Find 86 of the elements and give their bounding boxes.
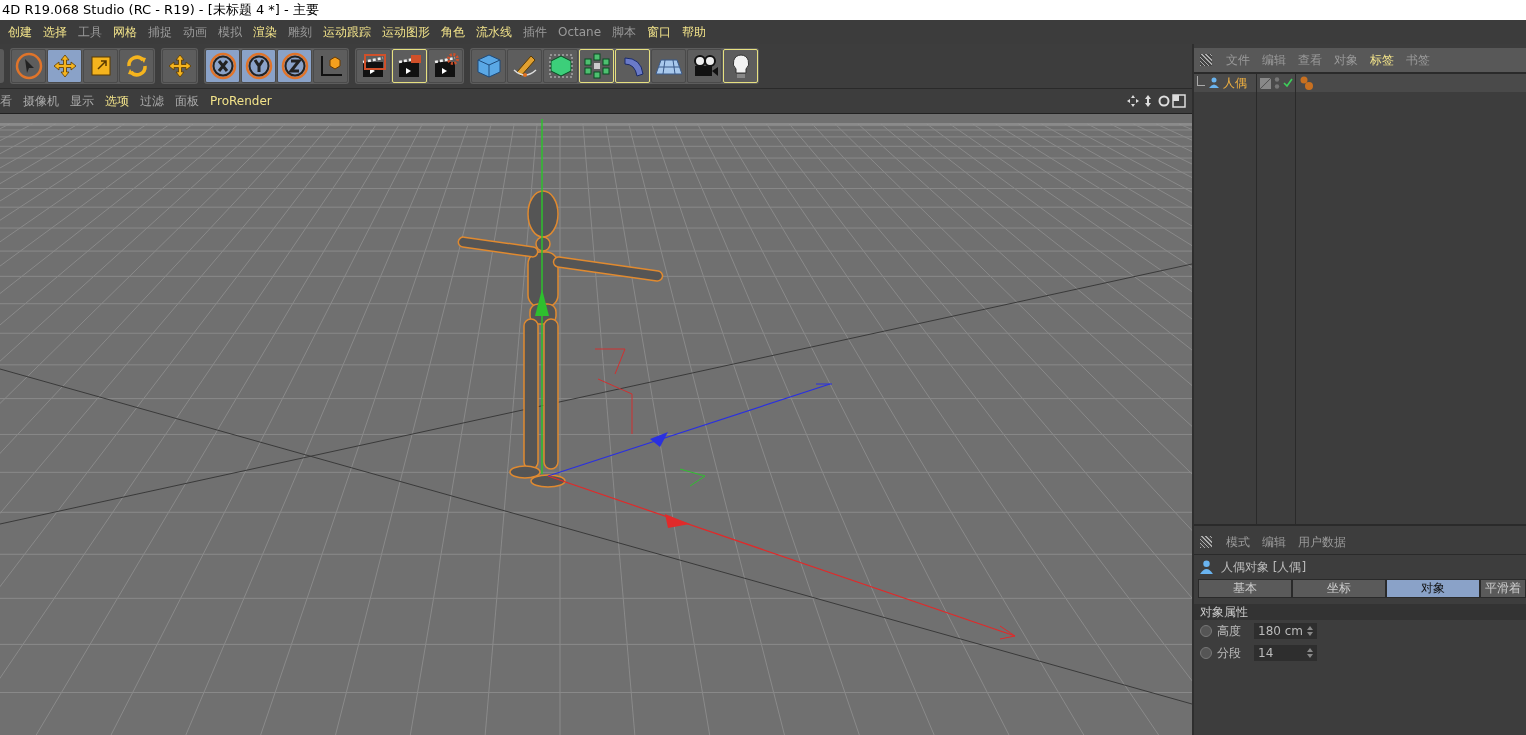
viewport-menu-item[interactable]: 看 xyxy=(0,92,18,110)
render-picture-tool-button[interactable] xyxy=(392,49,427,83)
subdivide-icon xyxy=(546,52,575,80)
rotate-tool-button[interactable] xyxy=(119,49,154,83)
attribute-title: 人偶对象 [人偶] xyxy=(1221,558,1307,576)
panel-grip-icon[interactable] xyxy=(1200,54,1212,66)
cursor-icon xyxy=(14,52,43,80)
spinner-arrows-icon[interactable] xyxy=(1307,625,1313,637)
x-icon xyxy=(208,52,237,80)
camera-tool-button[interactable] xyxy=(687,49,722,83)
cube-icon xyxy=(474,52,503,80)
menu-item[interactable]: 模拟 xyxy=(214,23,249,41)
field-label: 高度 xyxy=(1217,622,1242,640)
panel-menu-item[interactable]: 编辑 xyxy=(1256,533,1292,551)
render-settings-tool-button[interactable] xyxy=(428,49,463,83)
menu-item[interactable]: 创建 xyxy=(4,23,39,41)
add-tool-button[interactable] xyxy=(162,49,197,83)
menu-item[interactable]: Octane xyxy=(554,25,609,39)
attribute-tab[interactable]: 对象 xyxy=(1386,579,1480,598)
panel-menu-item[interactable]: 文件 xyxy=(1220,51,1256,69)
panel-menu-item[interactable]: 标签 xyxy=(1364,51,1400,69)
viewport-navigation-icons[interactable] xyxy=(1126,94,1186,108)
viewport-menu-item[interactable]: ProRender xyxy=(205,94,278,108)
section-title: 对象属性 xyxy=(1200,605,1248,619)
subdivide-tool-button[interactable] xyxy=(543,49,578,83)
animation-radio-icon[interactable] xyxy=(1200,625,1212,637)
y-icon xyxy=(244,52,273,80)
pen-tool-button[interactable] xyxy=(507,49,542,83)
cloner-tool-button[interactable] xyxy=(579,49,614,83)
menu-item[interactable]: 帮助 xyxy=(678,23,714,41)
scale-tool-button[interactable] xyxy=(83,49,118,83)
layer-icon[interactable] xyxy=(1260,77,1271,89)
animation-radio-icon[interactable] xyxy=(1200,647,1212,659)
menu-item[interactable]: 工具 xyxy=(74,23,109,41)
light-tool-button[interactable] xyxy=(723,49,758,83)
menu-item[interactable]: 运动跟踪 xyxy=(319,23,378,41)
menu-item[interactable]: 运动图形 xyxy=(378,23,437,41)
coords-tool-button[interactable] xyxy=(313,49,348,83)
tag-spheres-icon[interactable] xyxy=(1299,75,1315,91)
panel-menu-item[interactable]: 书签 xyxy=(1400,51,1436,69)
menu-item[interactable]: 渲染 xyxy=(249,23,284,41)
menu-item[interactable]: 流水线 xyxy=(472,23,519,41)
number-input-field[interactable]: 180 cm xyxy=(1254,623,1317,639)
attribute-tab[interactable]: 坐标 xyxy=(1292,579,1386,598)
figure-icon xyxy=(1208,77,1220,89)
field-label: 分段 xyxy=(1217,644,1242,662)
figure-icon xyxy=(1200,559,1213,575)
panel-menu-item[interactable]: 模式 xyxy=(1220,533,1256,551)
menu-item[interactable]: 窗口 xyxy=(643,23,679,41)
viewport-menu-item[interactable]: 面板 xyxy=(170,92,205,110)
viewport-menu-item[interactable]: 摄像机 xyxy=(18,92,65,110)
menu-item[interactable]: 捕捉 xyxy=(144,23,179,41)
mannequin-drawing[interactable] xyxy=(456,190,664,488)
z-icon xyxy=(280,52,309,80)
visibility-dots-icon[interactable] xyxy=(1274,76,1280,90)
cursor-tool-button[interactable] xyxy=(11,49,46,83)
spinner-arrows-icon[interactable] xyxy=(1307,647,1313,659)
panel-menu-item[interactable]: 对象 xyxy=(1328,51,1364,69)
menu-item[interactable]: 插件 xyxy=(519,23,554,41)
cube-tool-button[interactable] xyxy=(471,49,506,83)
panel-menu-item[interactable]: 用户数据 xyxy=(1292,533,1352,551)
menu-item[interactable]: 网格 xyxy=(109,23,144,41)
menu-item[interactable]: 角色 xyxy=(437,23,472,41)
y-tool-button[interactable] xyxy=(241,49,276,83)
window-title: 4D R19.068 Studio (RC - R19) - [未标题 4 *] - 主要 xyxy=(2,2,319,17)
tree-line-icon xyxy=(1197,76,1205,86)
render-view-tool-button[interactable] xyxy=(356,49,391,83)
viewport-menu-item[interactable]: 显示 xyxy=(65,92,100,110)
deformer-tool-button[interactable] xyxy=(615,49,650,83)
panel-menu-item[interactable]: 查看 xyxy=(1292,51,1328,69)
panel-grip-icon[interactable] xyxy=(1200,536,1212,548)
move-tool-button[interactable] xyxy=(47,49,82,83)
floor-tool-button[interactable] xyxy=(651,49,686,83)
menu-item[interactable]: 脚本 xyxy=(608,23,644,41)
attribute-tab[interactable]: 基本 xyxy=(1198,579,1292,598)
check-icon[interactable] xyxy=(1283,78,1293,88)
menu-item[interactable]: 雕刻 xyxy=(284,23,319,41)
viewport-menu-item[interactable]: 过滤 xyxy=(135,92,170,110)
viewport-menu-item[interactable]: 选项 xyxy=(100,92,135,110)
attribute-tab[interactable]: 平滑着 xyxy=(1480,579,1526,598)
menu-item[interactable]: 选择 xyxy=(39,23,74,41)
menu-item[interactable]: 动画 xyxy=(179,23,214,41)
x-tool-button[interactable] xyxy=(205,49,240,83)
cloner-icon xyxy=(582,52,611,80)
z-tool-button[interactable] xyxy=(277,49,312,83)
number-input-field[interactable]: 14 xyxy=(1254,645,1317,661)
